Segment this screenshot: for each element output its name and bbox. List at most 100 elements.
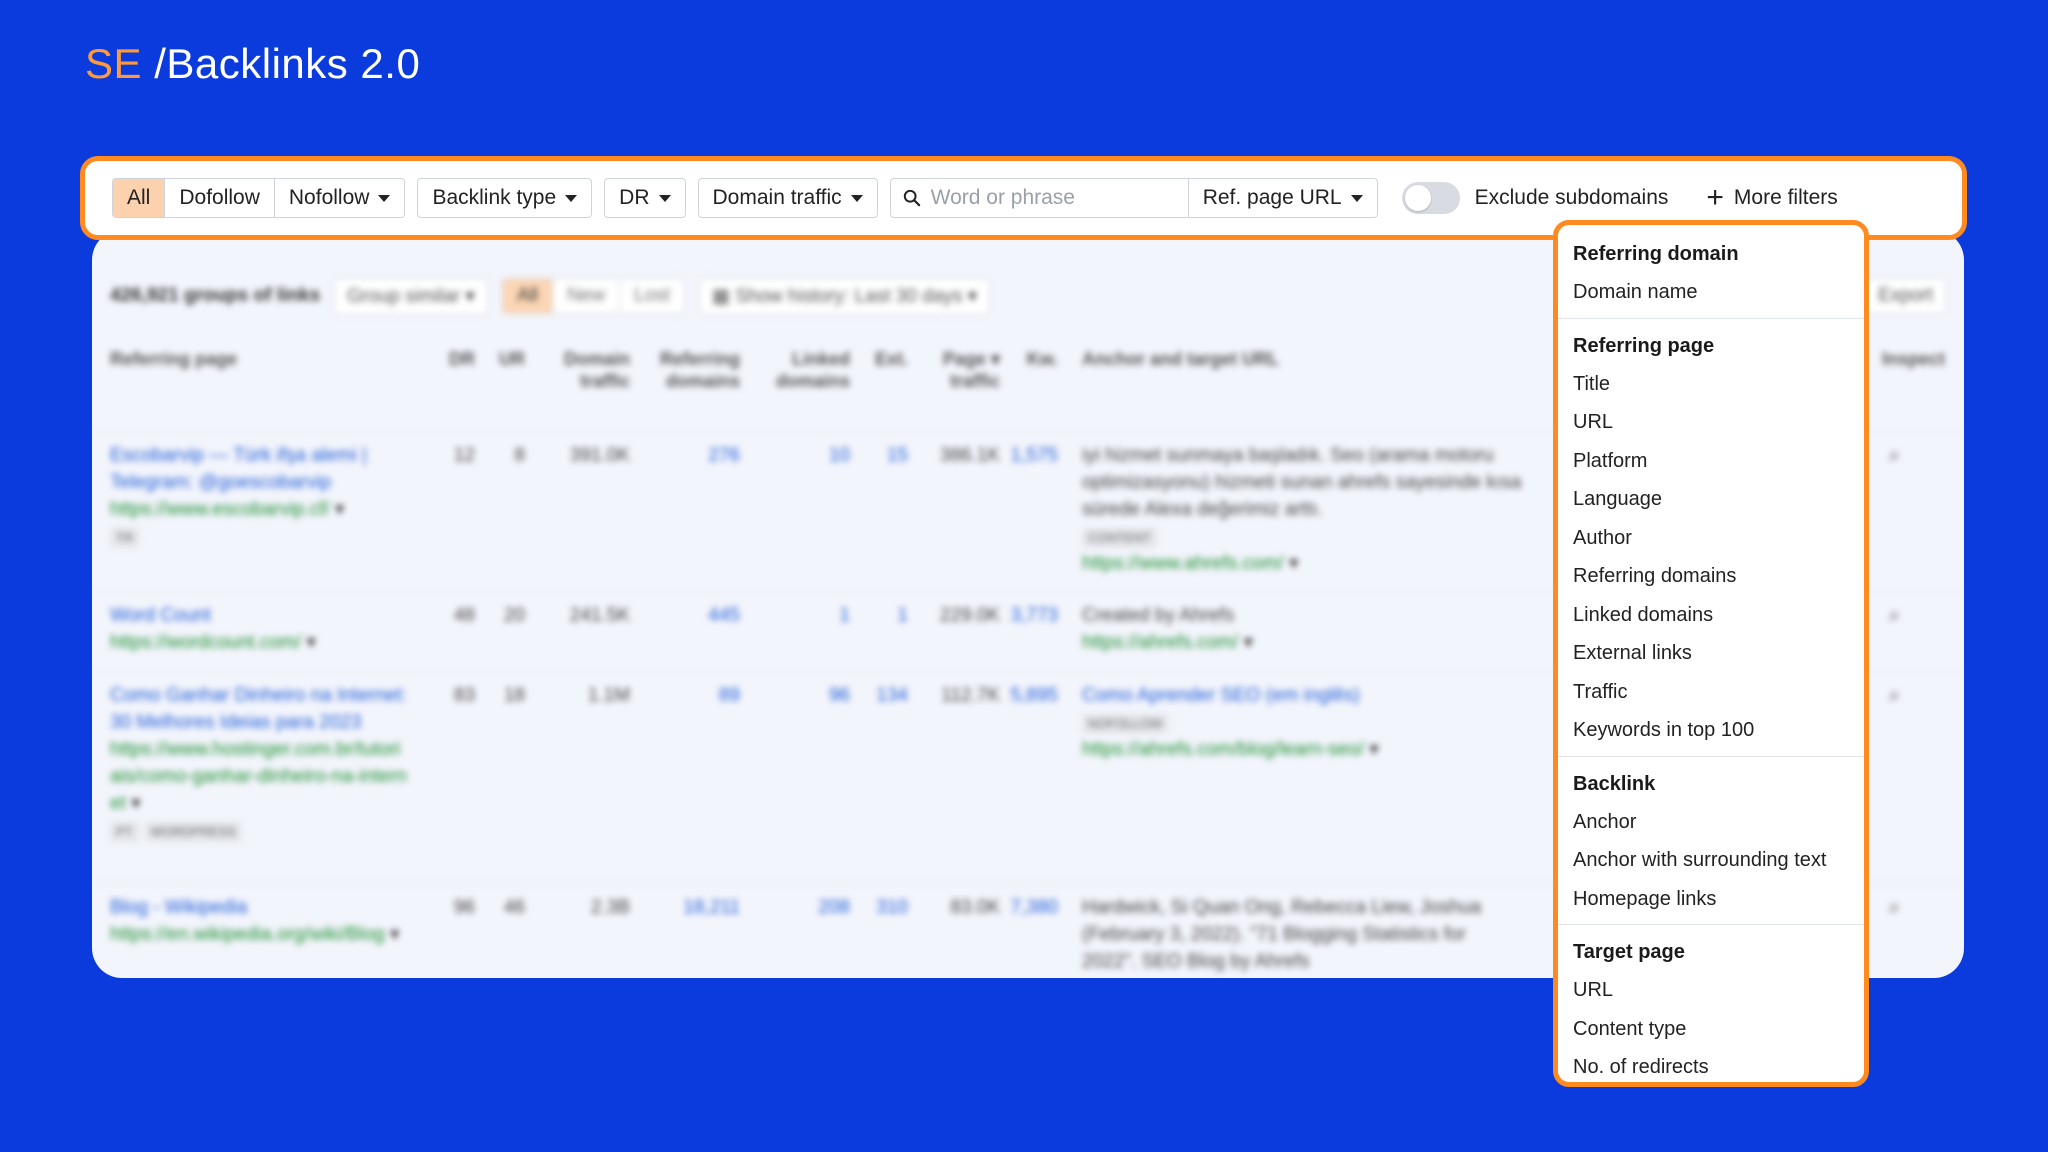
col-ur[interactable]: UR <box>480 348 525 370</box>
domain-traffic-dropdown[interactable]: Domain traffic <box>697 178 878 218</box>
kw-value[interactable]: 1,575 <box>1000 442 1058 469</box>
kw-value[interactable]: 5,895 <box>1000 682 1058 709</box>
backlink-type-dropdown[interactable]: Backlink type <box>417 178 593 218</box>
more-filters-menu: Referring domain Domain name Referring p… <box>1553 220 1869 1087</box>
menu-item-redirects[interactable]: No. of redirects <box>1558 1048 1864 1082</box>
menu-item-author[interactable]: Author <box>1558 519 1864 558</box>
dr-dropdown[interactable]: DR <box>604 178 686 218</box>
col-ext[interactable]: Ext. <box>850 348 908 370</box>
linked-domains-value[interactable]: 208 <box>740 894 850 921</box>
menu-item-domain-name[interactable]: Domain name <box>1558 273 1864 312</box>
target-url[interactable]: https://www.ahrefs.com/ <box>1082 553 1284 574</box>
language-tag: TR <box>110 528 140 548</box>
inspect-search-icon[interactable]: ⌕ <box>1889 602 1900 629</box>
inspect-search-icon[interactable]: ⌕ <box>1889 442 1900 469</box>
group-similar-button[interactable]: Group similar ▾ <box>334 277 488 315</box>
menu-item-anchor-surrounding-text[interactable]: Anchor with surrounding text <box>1558 841 1864 880</box>
language-tag: PT <box>110 822 139 842</box>
col-kw[interactable]: Kw. <box>1000 348 1058 370</box>
kw-value[interactable]: 3,773 <box>1000 602 1058 629</box>
col-inspect: Inspect <box>1881 349 1945 369</box>
inspect-search-icon[interactable]: ⌕ <box>1889 894 1900 921</box>
col-referring-domains[interactable]: Referring domains <box>630 348 740 392</box>
chevron-down-icon <box>1350 194 1363 202</box>
platform-tag: WORDPRESS <box>144 822 242 842</box>
ref-domains-value[interactable]: 276 <box>630 442 740 469</box>
anchor-text: iyi hizmet sunmaya başladık. Seo (arama … <box>1082 445 1522 520</box>
ext-value[interactable]: 15 <box>850 442 908 469</box>
menu-item-language[interactable]: Language <box>1558 480 1864 519</box>
menu-item-keywords-top-100[interactable]: Keywords in top 100 <box>1558 711 1864 750</box>
history-button[interactable]: ▦ Show history: Last 30 days ▾ <box>699 277 991 315</box>
filter-dofollow-button[interactable]: Dofollow <box>165 179 275 217</box>
ext-value[interactable]: 134 <box>850 682 908 709</box>
chevron-down-icon <box>850 194 863 202</box>
ur-value: 18 <box>503 685 525 706</box>
ref-domains-value[interactable]: 445 <box>630 602 740 629</box>
filter-all-button[interactable]: All <box>113 179 166 217</box>
menu-item-url[interactable]: URL <box>1558 403 1864 442</box>
ref-page-url[interactable]: https://www.escobarvip.cf/ <box>110 499 330 520</box>
ref-page-title[interactable]: Blog - Wikipedia <box>110 897 247 918</box>
ext-value[interactable]: 310 <box>850 894 908 921</box>
menu-item-external-links[interactable]: External links <box>1558 634 1864 673</box>
col-anchor[interactable]: Anchor and target URL <box>1082 348 1279 370</box>
menu-item-homepage-links[interactable]: Homepage links <box>1558 880 1864 919</box>
link-type-segment: All Dofollow Nofollow <box>112 178 406 218</box>
menu-item-platform[interactable]: Platform <box>1558 442 1864 481</box>
ref-page-title[interactable]: Escobarvip — Türk ifşa alemi | Telegram:… <box>110 445 367 493</box>
ur-value: 8 <box>514 445 525 466</box>
col-domain-traffic[interactable]: Domain traffic <box>530 348 630 392</box>
export-button[interactable]: Export <box>1865 278 1946 314</box>
menu-divider <box>1558 924 1864 925</box>
ur-value: 20 <box>503 605 525 626</box>
menu-item-anchor[interactable]: Anchor <box>1558 803 1864 842</box>
menu-item-title[interactable]: Title <box>1558 365 1864 404</box>
ref-page-url[interactable]: https://wordcount.com/ <box>110 632 301 653</box>
menu-heading-backlink: Backlink <box>1573 772 1656 795</box>
ref-domains-value[interactable]: 18,211 <box>630 894 740 921</box>
anchor-tag: NOFOLLOW <box>1082 714 1169 734</box>
linked-domains-value[interactable]: 10 <box>740 442 850 469</box>
exclude-subdomains-toggle[interactable] <box>1401 182 1460 214</box>
col-linked-domains[interactable]: Linked domains <box>740 348 850 392</box>
kw-value[interactable]: 7,380 <box>1000 894 1058 921</box>
ref-page-url[interactable]: https://en.wikipedia.org/wiki/Blog <box>110 924 385 945</box>
ref-page-title[interactable]: Como Ganhar Dinheiro na Internet: 30 Mel… <box>110 685 407 733</box>
col-page-traffic[interactable]: Page ▾ traffic <box>910 348 1000 392</box>
search-box: Ref. page URL <box>889 178 1378 218</box>
more-filters-button[interactable]: + More filters <box>1706 183 1837 213</box>
menu-item-content-type[interactable]: Content type <box>1558 1010 1864 1049</box>
inspect-search-icon[interactable]: ⌕ <box>1889 682 1900 709</box>
ref-page-title[interactable]: Word Count <box>110 605 211 626</box>
linked-domains-value[interactable]: 96 <box>740 682 850 709</box>
search-input[interactable] <box>930 186 1176 210</box>
title-rest: /Backlinks 2.0 <box>142 40 421 87</box>
search-scope-dropdown[interactable]: Ref. page URL <box>1189 179 1377 217</box>
chevron-down-icon <box>378 194 391 202</box>
target-url[interactable]: https://ahrefs.com/ <box>1082 632 1238 653</box>
filter-nofollow-dropdown[interactable]: Nofollow <box>274 179 405 217</box>
domain-traffic-value: 391.0K <box>569 445 630 466</box>
status-all-button[interactable]: All <box>502 279 554 313</box>
menu-item-linked-domains[interactable]: Linked domains <box>1558 596 1864 635</box>
status-new-button[interactable]: New <box>553 279 621 313</box>
menu-item-traffic[interactable]: Traffic <box>1558 673 1864 712</box>
menu-item-referring-domains[interactable]: Referring domains <box>1558 557 1864 596</box>
menu-item-target-url[interactable]: URL <box>1558 971 1864 1010</box>
col-dr[interactable]: DR <box>435 348 475 370</box>
groups-count: 426,921 groups of links <box>110 285 321 306</box>
ext-value[interactable]: 1 <box>850 602 908 629</box>
dr-value: 12 <box>453 445 475 466</box>
anchor-text[interactable]: Como Aprender SEO (em inglês) <box>1082 685 1360 706</box>
ref-page-url[interactable]: https://www.hostinger.com.br/tutoriais/c… <box>110 739 407 814</box>
exclude-subdomains-label: Exclude subdomains <box>1474 186 1669 209</box>
page-traffic-value: 386.1K <box>939 445 1000 466</box>
ref-domains-value[interactable]: 89 <box>630 682 740 709</box>
target-url[interactable]: https://ahrefs.com/blog/learn-seo/ <box>1082 739 1364 760</box>
status-lost-button[interactable]: Lost <box>620 279 685 313</box>
col-referring-page[interactable]: Referring page <box>110 348 237 370</box>
search-icon <box>903 189 920 207</box>
linked-domains-value[interactable]: 1 <box>740 602 850 629</box>
menu-divider <box>1558 755 1864 757</box>
